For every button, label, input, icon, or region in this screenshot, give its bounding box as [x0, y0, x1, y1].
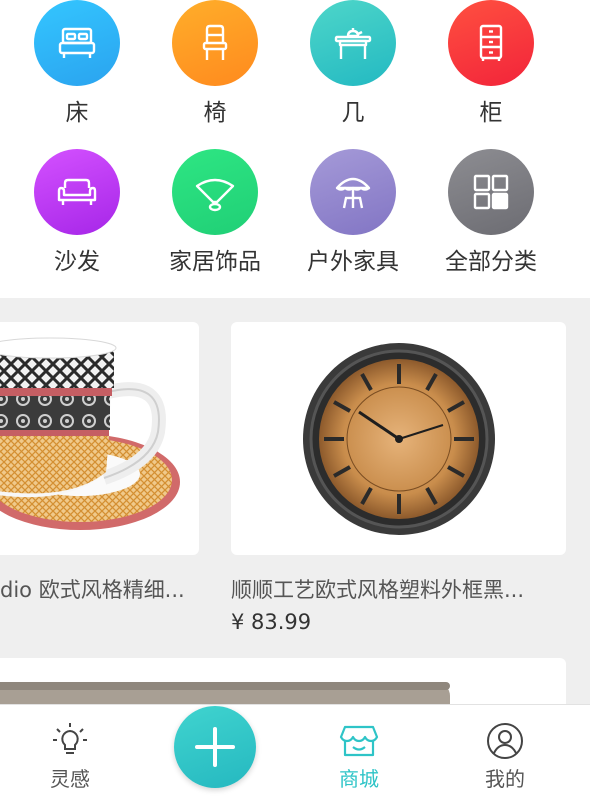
category-grid: 床 椅 几 柜 沙发 家居饰品 户外家具 全部分类	[0, 0, 590, 298]
category-bed[interactable]: 床	[8, 0, 146, 128]
category-label: 几	[341, 100, 365, 126]
category-sofa[interactable]: 沙发	[8, 149, 146, 277]
patio-umbrella-icon	[310, 149, 396, 235]
tab-label: 我的	[485, 767, 525, 791]
category-label: 床	[65, 100, 89, 126]
category-label: 柜	[479, 100, 503, 126]
fan-decor-icon	[172, 149, 258, 235]
category-chair[interactable]: 椅	[146, 0, 284, 128]
product-price: ¥ 83.99	[231, 610, 312, 634]
product-card[interactable]	[0, 322, 199, 555]
category-home-decor[interactable]: 家居饰品	[146, 149, 284, 277]
tab-profile[interactable]: 我的	[455, 705, 555, 802]
category-label: 沙发	[54, 249, 100, 275]
tea-table-icon	[310, 0, 396, 86]
product-image-wall-clock	[303, 343, 495, 535]
category-all[interactable]: 全部分类	[422, 149, 560, 277]
product-list: dio 欧式风格精细... 顺顺工艺欧式风格塑料外框黑... ¥ 83.99	[0, 298, 590, 718]
chair-icon	[172, 0, 258, 86]
plus-icon	[195, 727, 235, 767]
category-label: 家居饰品	[169, 249, 261, 275]
product-card[interactable]	[231, 322, 566, 555]
store-icon	[339, 725, 379, 757]
tab-inspiration[interactable]: 灵感	[20, 705, 120, 802]
tab-label: 商城	[339, 767, 379, 791]
product-image-teacup	[0, 337, 180, 530]
bed-icon	[34, 0, 120, 86]
tab-label: 灵感	[50, 767, 90, 791]
product-title[interactable]: dio 欧式风格精细...	[0, 574, 199, 604]
category-outdoor[interactable]: 户外家具	[284, 149, 422, 277]
create-post-button[interactable]	[174, 706, 256, 788]
shop-page: 床 椅 几 柜 沙发 家居饰品 户外家具 全部分类 dio 欧式风格精细... …	[0, 0, 590, 802]
user-icon	[487, 723, 523, 759]
category-cabinet[interactable]: 柜	[422, 0, 560, 128]
cabinet-icon	[448, 0, 534, 86]
category-label: 全部分类	[445, 249, 537, 275]
category-label: 户外家具	[307, 249, 399, 275]
category-tea-table[interactable]: 几	[284, 0, 422, 128]
bottom-tab-bar: 灵感 商城 我的	[0, 704, 590, 802]
product-title[interactable]: 顺顺工艺欧式风格塑料外框黑...	[231, 574, 566, 604]
sofa-icon	[34, 149, 120, 235]
grid-icon	[448, 149, 534, 235]
lightbulb-icon	[53, 723, 87, 754]
category-label: 椅	[203, 100, 227, 126]
tab-store[interactable]: 商城	[309, 705, 409, 802]
